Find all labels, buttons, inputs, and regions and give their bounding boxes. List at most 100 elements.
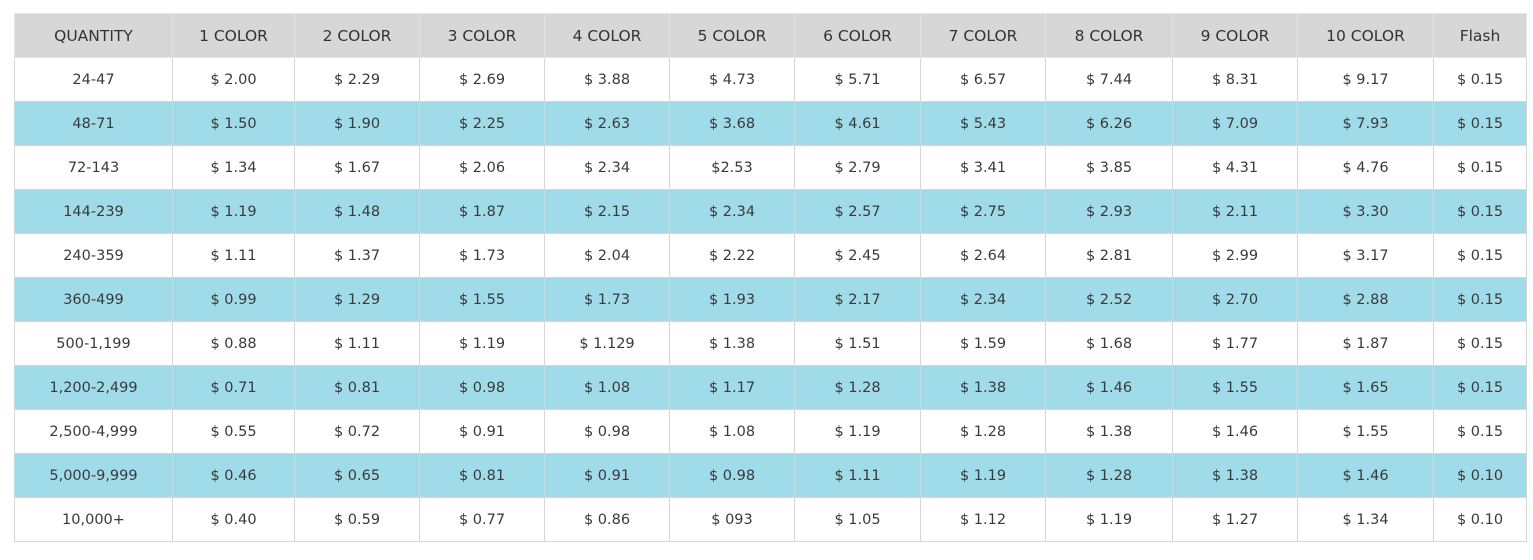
table-row: 5,000-9,999 $ 0.46 $ 0.65 $ 0.81 $ 0.91 $ 0.9… xyxy=(14,453,1527,498)
table-row: 72-143 $ 1.34 $ 1.67 $ 2.06 $ 2.34 $2.53 $ 2.7… xyxy=(14,145,1527,190)
price-cell: $ 5.43 xyxy=(920,101,1046,146)
quantity-cell: 5,000-9,999 xyxy=(14,453,173,498)
price-cell: $ 1.59 xyxy=(920,321,1046,366)
price-cell: $ 2.93 xyxy=(1045,189,1173,234)
price-cell: $ 1.38 xyxy=(669,321,795,366)
price-cell: $ 2.11 xyxy=(1172,189,1298,234)
price-cell: $ 0.99 xyxy=(172,277,295,322)
price-cell: $ 2.99 xyxy=(1172,233,1298,278)
price-cell: $ 6.26 xyxy=(1045,101,1173,146)
price-cell: $ 1.34 xyxy=(172,145,295,190)
price-cell: $ 0.55 xyxy=(172,409,295,454)
price-cell: $ 1.19 xyxy=(920,453,1046,498)
price-cell: $ 1.28 xyxy=(1045,453,1173,498)
price-cell: $ 1.28 xyxy=(794,365,921,410)
price-cell: $ 0.81 xyxy=(294,365,420,410)
price-cell: $ 1.08 xyxy=(544,365,670,410)
table-row: 1,200-2,499 $ 0.71 $ 0.81 $ 0.98 $ 1.08 $ 1.1… xyxy=(14,365,1527,410)
table-row: 24-47 $ 2.00 $ 2.29 $ 2.69 $ 3.88 $ 4.73 $ 5.7… xyxy=(14,57,1527,102)
column-header-2-color: 2 COLOR xyxy=(294,13,420,58)
price-cell: $ 2.04 xyxy=(544,233,670,278)
column-header-4-color: 4 COLOR xyxy=(544,13,670,58)
price-cell: $ 1.129 xyxy=(544,321,670,366)
price-cell: $ 0.46 xyxy=(172,453,295,498)
price-cell: $ 1.73 xyxy=(544,277,670,322)
quantity-cell: 2,500-4,999 xyxy=(14,409,173,454)
price-cell: $ 1.19 xyxy=(794,409,921,454)
price-cell: $ 2.29 xyxy=(294,57,420,102)
column-header-flash: Flash xyxy=(1433,13,1527,58)
price-cell: $ 2.70 xyxy=(1172,277,1298,322)
table-row: 500-1,199 $ 0.88 $ 1.11 $ 1.19 $ 1.129 $ 1.38… xyxy=(14,321,1527,366)
table-row: 360-499 $ 0.99 $ 1.29 $ 1.55 $ 1.73 $ 1.93 $ 2… xyxy=(14,277,1527,322)
price-cell: $ 1.38 xyxy=(1045,409,1173,454)
quantity-cell: 1,200-2,499 xyxy=(14,365,173,410)
price-cell: $ 1.17 xyxy=(669,365,795,410)
column-header-8-color: 8 COLOR xyxy=(1045,13,1173,58)
price-cell: $ 0.10 xyxy=(1433,453,1527,498)
price-cell: $ 1.46 xyxy=(1297,453,1434,498)
price-cell: $ 7.09 xyxy=(1172,101,1298,146)
price-cell: $ 1.28 xyxy=(920,409,1046,454)
price-cell: $ 1.46 xyxy=(1172,409,1298,454)
price-cell: $ 1.55 xyxy=(1297,409,1434,454)
price-cell: $ 1.05 xyxy=(794,497,921,542)
price-cell: $ 0.15 xyxy=(1433,321,1527,366)
price-cell: $ 0.65 xyxy=(294,453,420,498)
price-cell: $ 1.38 xyxy=(920,365,1046,410)
price-cell: $ 2.69 xyxy=(419,57,545,102)
table-row: 144-239 $ 1.19 $ 1.48 $ 1.87 $ 2.15 $ 2.34 $ 2… xyxy=(14,189,1527,234)
price-cell: $ 0.15 xyxy=(1433,409,1527,454)
table-row: 240-359 $ 1.11 $ 1.37 $ 1.73 $ 2.04 $ 2.22 $ 2… xyxy=(14,233,1527,278)
price-cell: $ 1.19 xyxy=(1045,497,1173,542)
price-cell: $ 2.25 xyxy=(419,101,545,146)
pricing-table: QUANTITY 1 COLOR 2 COLOR 3 COLOR 4 COLOR 5 CO… xyxy=(14,13,1527,542)
price-cell: $ 1.55 xyxy=(1172,365,1298,410)
price-cell: $ 1.87 xyxy=(419,189,545,234)
price-cell: $ 5.71 xyxy=(794,57,921,102)
column-header-9-color: 9 COLOR xyxy=(1172,13,1298,58)
quantity-cell: 360-499 xyxy=(14,277,173,322)
price-cell: $ 1.12 xyxy=(920,497,1046,542)
price-cell: $ 6.57 xyxy=(920,57,1046,102)
price-cell: $ 0.15 xyxy=(1433,57,1527,102)
price-cell: $ 1.77 xyxy=(1172,321,1298,366)
price-cell: $ 0.15 xyxy=(1433,101,1527,146)
price-cell: $ 3.17 xyxy=(1297,233,1434,278)
price-cell: $ 0.98 xyxy=(419,365,545,410)
price-cell: $ 2.57 xyxy=(794,189,921,234)
price-cell: $ 3.30 xyxy=(1297,189,1434,234)
price-cell: $ 1.51 xyxy=(794,321,921,366)
column-header-1-color: 1 COLOR xyxy=(172,13,295,58)
quantity-cell: 144-239 xyxy=(14,189,173,234)
column-header-6-color: 6 COLOR xyxy=(794,13,921,58)
price-cell: $ 1.93 xyxy=(669,277,795,322)
price-cell: $ 1.37 xyxy=(294,233,420,278)
price-cell: $ 3.68 xyxy=(669,101,795,146)
pricing-table-container: QUANTITY 1 COLOR 2 COLOR 3 COLOR 4 COLOR 5 CO… xyxy=(14,13,1527,542)
column-header-3-color: 3 COLOR xyxy=(419,13,545,58)
price-cell: $ 1.87 xyxy=(1297,321,1434,366)
price-cell: $ 0.40 xyxy=(172,497,295,542)
price-cell: $ 1.11 xyxy=(794,453,921,498)
price-cell: $ 4.76 xyxy=(1297,145,1434,190)
price-cell: $ 7.93 xyxy=(1297,101,1434,146)
column-header-10-color: 10 COLOR xyxy=(1297,13,1434,58)
price-cell: $ 1.11 xyxy=(172,233,295,278)
price-cell: $ 0.59 xyxy=(294,497,420,542)
table-body: 24-47 $ 2.00 $ 2.29 $ 2.69 $ 3.88 $ 4.73 $ 5.7… xyxy=(14,57,1527,542)
price-cell: $ 0.72 xyxy=(294,409,420,454)
price-cell: $ 2.15 xyxy=(544,189,670,234)
price-cell: $ 1.67 xyxy=(294,145,420,190)
price-cell: $ 2.52 xyxy=(1045,277,1173,322)
table-row: 10,000+ $ 0.40 $ 0.59 $ 0.77 $ 0.86 $ 093 $ 1.… xyxy=(14,497,1527,542)
price-cell: $ 2.17 xyxy=(794,277,921,322)
column-header-quantity: QUANTITY xyxy=(14,13,173,58)
price-cell: $ 1.08 xyxy=(669,409,795,454)
price-cell: $ 2.75 xyxy=(920,189,1046,234)
price-cell: $ 1.90 xyxy=(294,101,420,146)
price-cell: $ 3.88 xyxy=(544,57,670,102)
column-header-7-color: 7 COLOR xyxy=(920,13,1046,58)
price-cell: $ 0.77 xyxy=(419,497,545,542)
price-cell: $ 4.73 xyxy=(669,57,795,102)
